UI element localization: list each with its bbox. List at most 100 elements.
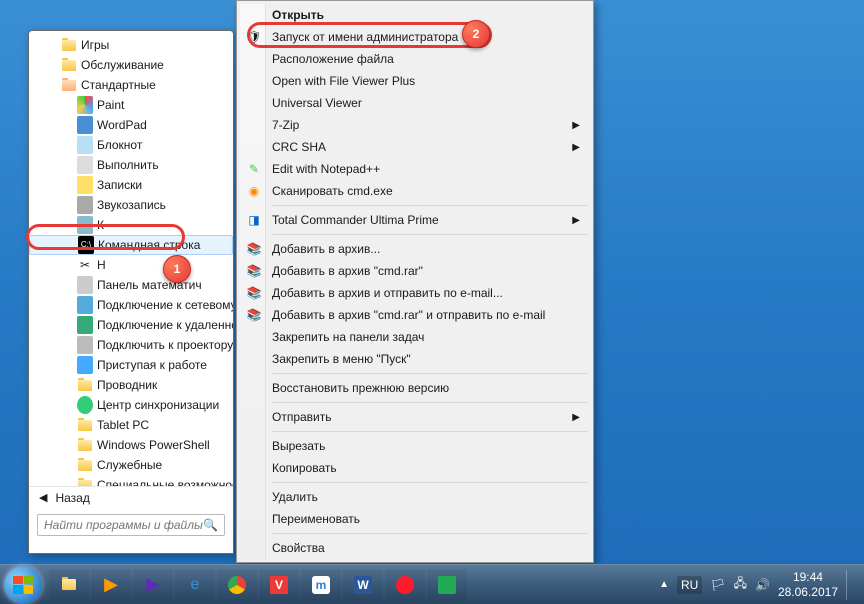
annotation-badge-1: 1 xyxy=(163,255,191,283)
ctx-universalviewer[interactable]: Universal Viewer xyxy=(240,92,590,114)
folder-systools[interactable]: Служебные xyxy=(29,455,233,475)
ctx-rar-add[interactable]: 📚Добавить в архив... xyxy=(240,238,590,260)
taskbar-taskmgr[interactable] xyxy=(427,569,467,601)
taskbar-maxthon[interactable]: m xyxy=(301,569,341,601)
search-input[interactable] xyxy=(44,518,203,532)
network-tray-icon[interactable]: 🖧 xyxy=(734,574,747,595)
program-synccenter[interactable]: Центр синхронизации xyxy=(29,395,233,415)
label: Приступая к работе xyxy=(97,358,207,372)
label: WordPad xyxy=(97,118,147,132)
search-icon: 🔍 xyxy=(203,518,218,532)
folder-accessibility[interactable]: Специальные возможност xyxy=(29,475,233,486)
ctx-copy[interactable]: Копировать xyxy=(240,457,590,479)
program-cmd[interactable]: C:\Командная строка xyxy=(29,235,233,255)
taskbar-wmp[interactable]: ▶ xyxy=(91,569,131,601)
label: Стандартные xyxy=(81,78,156,92)
tc-icon: ◨ xyxy=(246,212,262,228)
folder-powershell[interactable]: Windows PowerShell xyxy=(29,435,233,455)
start-button[interactable] xyxy=(4,566,42,604)
program-gettingstarted[interactable]: Приступая к работе xyxy=(29,355,233,375)
taskbar-vivaldi[interactable]: V xyxy=(259,569,299,601)
program-soundrec[interactable]: Звукозапись xyxy=(29,195,233,215)
back-button[interactable]: ◀Назад xyxy=(29,486,233,508)
label: Специальные возможност xyxy=(97,478,233,486)
program-rdp[interactable]: Подключение к удаленно xyxy=(29,315,233,335)
cmd-icon: C:\ xyxy=(78,237,94,253)
label: Paint xyxy=(97,98,124,112)
ctx-rar-addname[interactable]: 📚Добавить в архив "cmd.rar" xyxy=(240,260,590,282)
folder-accessories[interactable]: Стандартные xyxy=(29,75,233,95)
folder-tabletpc[interactable]: Tablet PC xyxy=(29,415,233,435)
windows-logo-icon xyxy=(13,576,33,594)
volume-icon[interactable]: 🔊 xyxy=(755,578,770,592)
program-run[interactable]: Выполнить xyxy=(29,155,233,175)
folder-maintenance[interactable]: Обслуживание xyxy=(29,55,233,75)
taskbar-ie[interactable]: e xyxy=(175,569,215,601)
ctx-file-location[interactable]: Расположение файла xyxy=(240,48,590,70)
show-desktop[interactable] xyxy=(846,570,854,600)
taskbar-explorer[interactable] xyxy=(49,569,89,601)
maxthon-icon: m xyxy=(312,576,330,594)
ctx-fileviewer[interactable]: Open with File Viewer Plus xyxy=(240,70,590,92)
taskbar: ▶ ▶ e V m W ▲ RU 🏳 🖧 🔊 19:44 28.06.2017 xyxy=(0,564,864,604)
calculator-icon xyxy=(77,217,93,233)
paint-icon xyxy=(77,97,93,113)
math-icon xyxy=(77,277,93,293)
label: Служебные xyxy=(97,458,162,472)
submenu-arrow-icon: ▶ xyxy=(572,412,580,423)
ie-icon: e xyxy=(191,576,200,594)
program-explorer[interactable]: Проводник xyxy=(29,375,233,395)
ctx-restore[interactable]: Восстановить прежнюю версию xyxy=(240,377,590,399)
ctx-notepadpp[interactable]: ✎Edit with Notepad++ xyxy=(240,158,590,180)
taskmgr-icon xyxy=(438,576,456,594)
ctx-delete[interactable]: Удалить xyxy=(240,486,590,508)
ctx-cut[interactable]: Вырезать xyxy=(240,435,590,457)
label: Центр синхронизации xyxy=(97,398,219,412)
notepad-icon xyxy=(77,137,93,153)
ctx-totalcmd[interactable]: ◨Total Commander Ultima Prime▶ xyxy=(240,209,590,231)
taskbar-chrome[interactable] xyxy=(217,569,257,601)
search-box[interactable]: 🔍 xyxy=(37,514,225,536)
ctx-rename[interactable]: Переименовать xyxy=(240,508,590,530)
program-mathinput[interactable]: Панель математич xyxy=(29,275,233,295)
ctx-rar-email[interactable]: 📚Добавить в архив и отправить по e-mail.… xyxy=(240,282,590,304)
taskbar-app1[interactable]: ▶ xyxy=(133,569,173,601)
ctx-rar-emailname[interactable]: 📚Добавить в архив "cmd.rar" и отправить … xyxy=(240,304,590,326)
label: Звукозапись xyxy=(97,198,166,212)
mic-icon xyxy=(77,197,93,213)
back-label: Назад xyxy=(55,491,89,505)
folder-games[interactable]: Игры xyxy=(29,35,233,55)
label: Подключение к сетевому xyxy=(97,298,233,312)
label: Подключить к проектору xyxy=(97,338,233,352)
ctx-sendto[interactable]: Отправить▶ xyxy=(240,406,590,428)
media-icon: ▶ xyxy=(104,574,118,595)
program-wordpad[interactable]: WordPad xyxy=(29,115,233,135)
taskbar-word[interactable]: W xyxy=(343,569,383,601)
program-truncated1[interactable]: К xyxy=(29,215,233,235)
ctx-pin-start[interactable]: Закрепить в меню "Пуск" xyxy=(240,348,590,370)
projector-icon xyxy=(77,337,93,353)
time: 19:44 xyxy=(778,570,838,584)
program-truncated2[interactable]: ✂Н xyxy=(29,255,233,275)
program-stickynotes[interactable]: Записки xyxy=(29,175,233,195)
program-projector[interactable]: Подключить к проектору xyxy=(29,335,233,355)
separator xyxy=(272,205,588,206)
start-menu: Игры Обслуживание Стандартные Paint Word… xyxy=(28,30,234,554)
ctx-open[interactable]: Открыть xyxy=(240,4,590,26)
program-netconn[interactable]: Подключение к сетевому xyxy=(29,295,233,315)
clock[interactable]: 19:44 28.06.2017 xyxy=(778,570,838,599)
ctx-7zip[interactable]: 7-Zip▶ xyxy=(240,114,590,136)
label: Н xyxy=(97,258,106,272)
action-center-icon[interactable]: 🏳 xyxy=(710,578,725,592)
ctx-run-as-admin[interactable]: 🛡Запуск от имени администратора xyxy=(240,26,590,48)
language-indicator[interactable]: RU xyxy=(677,576,702,594)
winrar-icon: 📚 xyxy=(246,263,262,279)
taskbar-opera[interactable] xyxy=(385,569,425,601)
ctx-properties[interactable]: Свойства xyxy=(240,537,590,559)
program-paint[interactable]: Paint xyxy=(29,95,233,115)
tray-expand-icon[interactable]: ▲ xyxy=(659,579,669,590)
ctx-pin-taskbar[interactable]: Закрепить на панели задач xyxy=(240,326,590,348)
ctx-scan[interactable]: ◉Сканировать cmd.exe xyxy=(240,180,590,202)
program-notepad[interactable]: Блокнот xyxy=(29,135,233,155)
ctx-crcsha[interactable]: CRC SHA▶ xyxy=(240,136,590,158)
